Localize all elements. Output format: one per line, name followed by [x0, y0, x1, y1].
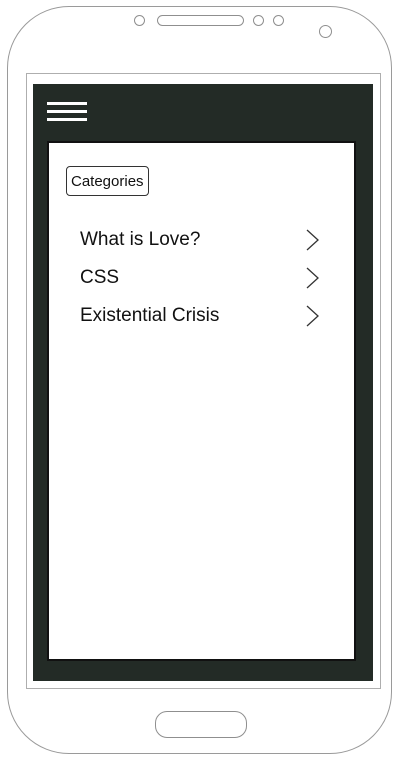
chevron-right-icon: [306, 305, 319, 327]
home-button[interactable]: [155, 711, 247, 738]
list-item-label: What is Love?: [80, 229, 201, 250]
front-camera: [134, 15, 145, 26]
earpiece-speaker: [157, 15, 244, 26]
sensor-dot-left: [253, 15, 264, 26]
chevron-right-icon: [306, 267, 319, 289]
list-item-what-is-love[interactable]: What is Love?: [80, 225, 330, 255]
hamburger-bar: [47, 110, 87, 113]
list-item-css[interactable]: CSS: [80, 263, 330, 293]
hamburger-bar: [47, 118, 87, 121]
list-item-label: Existential Crisis: [80, 305, 220, 326]
sensor-dot-right: [273, 15, 284, 26]
hamburger-bar: [47, 102, 87, 105]
chevron-right-icon: [306, 229, 319, 251]
content-panel: [47, 141, 356, 661]
list-item-label: CSS: [80, 267, 120, 288]
hamburger-menu-icon[interactable]: [47, 102, 87, 124]
categories-button[interactable]: Categories: [66, 166, 149, 196]
proximity-sensor: [319, 25, 332, 38]
list-item-existential-crisis[interactable]: Existential Crisis: [80, 301, 330, 331]
